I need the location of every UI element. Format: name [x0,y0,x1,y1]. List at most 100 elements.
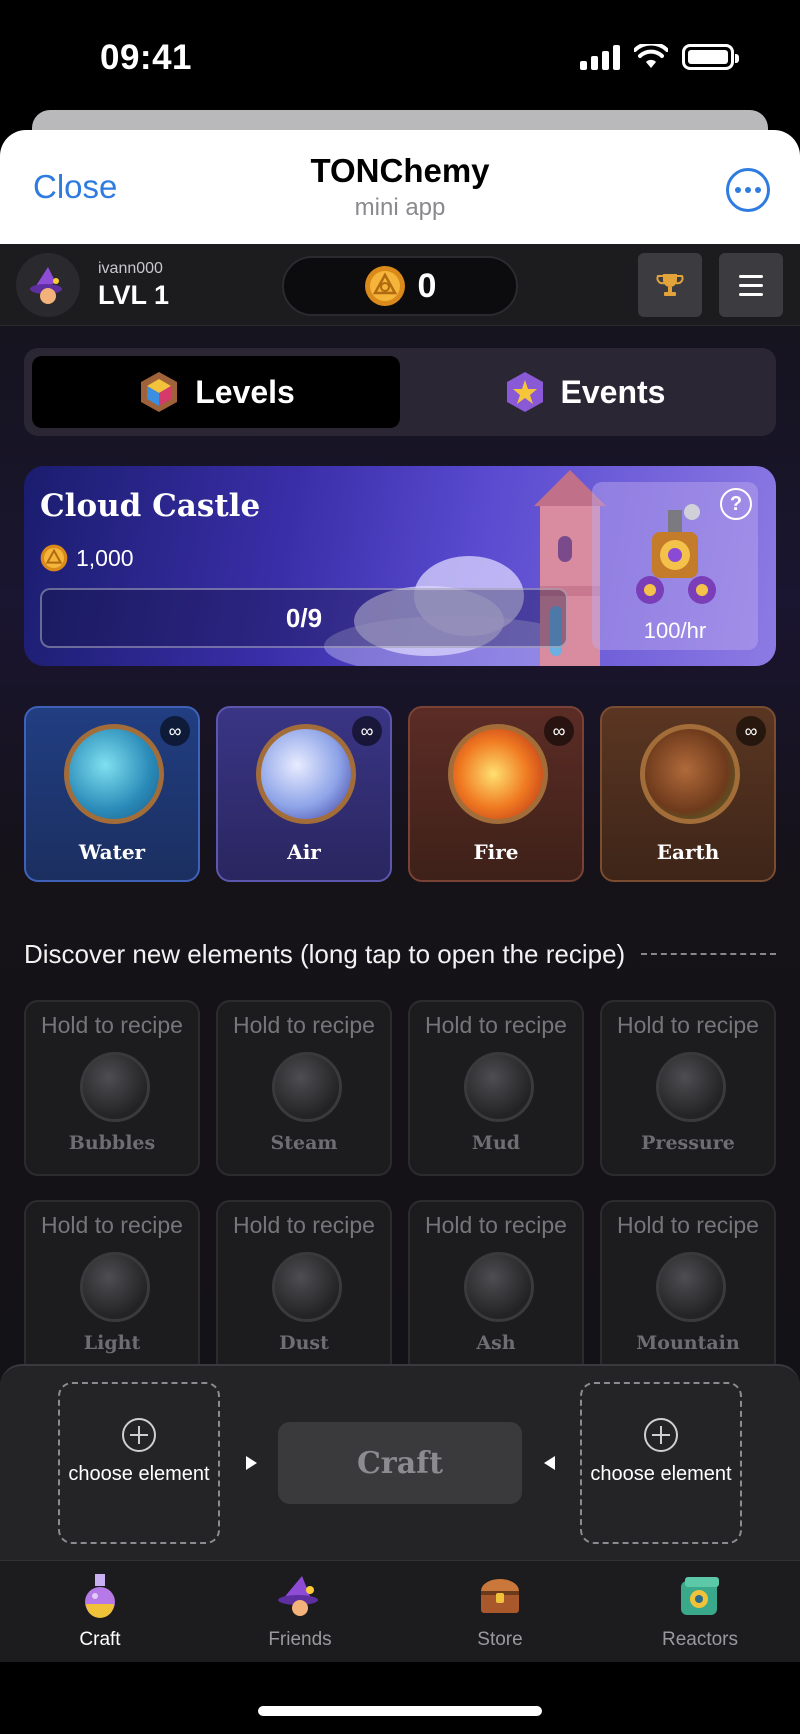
leaderboard-button[interactable] [638,253,702,317]
reactor-icon [675,1571,725,1621]
locked-element-card[interactable]: Hold to recipe Mountain [600,1200,776,1376]
pressure-icon [656,1052,726,1122]
tab-levels[interactable]: Levels [32,356,400,428]
nav-store[interactable]: Store [400,1561,600,1662]
hold-hint: Hold to recipe [41,1212,183,1238]
hold-hint: Hold to recipe [425,1212,567,1238]
reward-amount: 1,000 [76,544,134,571]
base-elements: ∞ Water ∞ Air ∞ Fire ∞ Earth [24,706,776,882]
locked-element-card[interactable]: Hold to recipe Bubbles [24,1000,200,1176]
locked-element-card[interactable]: Hold to recipe Pressure [600,1000,776,1176]
infinity-badge: ∞ [736,716,766,746]
nav-label: Reactors [661,1629,739,1650]
reactor-preview[interactable]: ? 100/hr [592,482,758,650]
element-name: Dust [279,1332,329,1354]
hold-hint: Hold to recipe [425,1012,567,1038]
help-button[interactable]: ? [720,488,752,520]
battery-icon [682,44,739,70]
app-body: ivann000 LVL 1 0 Levels Events Cloud Cas… [0,244,800,1662]
dust-icon [272,1252,342,1322]
locked-element-card[interactable]: Hold to recipe Steam [216,1000,392,1176]
tab-events-label: Events [560,373,666,410]
status-icons [580,44,739,70]
element-name: Steam [270,1132,338,1154]
craft-slot-left[interactable]: choose element [58,1382,220,1544]
discover-heading: Discover new elements (long tap to open … [24,934,776,974]
infinity-badge: ∞ [352,716,382,746]
infinity-badge: ∞ [544,716,574,746]
element-name: Mud [471,1132,521,1154]
element-name: Light [83,1332,141,1354]
locked-element-card[interactable]: Hold to recipe Light [24,1200,200,1376]
more-options-button[interactable] [726,168,770,212]
plus-circle-icon [644,1418,678,1452]
dashed-divider [641,953,776,955]
hold-hint: Hold to recipe [617,1212,759,1238]
locked-element-card[interactable]: Hold to recipe Ash [408,1200,584,1376]
status-bar: 09:41 [0,0,800,110]
slot-label: choose element [68,1463,210,1485]
bottom-nav: Craft Friends Store Reactors [0,1560,800,1662]
element-name: Bubbles [68,1132,156,1154]
mode-tabs: Levels Events [24,348,776,436]
element-name: Ash [476,1332,516,1354]
home-indicator[interactable] [258,1706,542,1716]
user-level: LVL 1 [98,280,170,310]
nav-craft[interactable]: Craft [0,1561,200,1662]
craft-button[interactable]: Craft [278,1422,522,1504]
mud-icon [464,1052,534,1122]
wifi-icon [634,44,668,68]
coin-icon [364,266,405,306]
infinity-badge: ∞ [160,716,190,746]
username: ivann000 [98,260,163,277]
hold-hint: Hold to recipe [617,1012,759,1038]
app-subtitle: mini app [354,194,446,221]
dot-icon [735,187,741,193]
level-title: Cloud Castle [40,488,261,524]
coin-icon [40,544,68,572]
element-name: Air [287,840,321,864]
coin-balance: 0 [282,256,518,316]
water-icon [64,724,164,824]
app-title: TONChemy [310,152,490,189]
locked-element-card[interactable]: Hold to recipe Mud [408,1000,584,1176]
reactor-rate: 100/hr [643,618,707,643]
craft-panel: choose element Craft choose element [0,1364,800,1560]
nav-label: Store [477,1629,523,1650]
earth-icon [640,724,740,824]
element-name: Fire [473,840,519,864]
level-reward: 1,000 [40,544,134,572]
chest-icon [475,1571,525,1621]
menu-button[interactable] [719,253,783,317]
nav-friends[interactable]: Friends [200,1561,400,1662]
air-icon [256,724,356,824]
level-progress: 0/9 [40,588,568,648]
locked-element-card[interactable]: Hold to recipe Dust [216,1200,392,1376]
bubbles-icon [80,1052,150,1122]
levels-gem-icon [141,372,178,412]
element-name: Earth [656,840,720,864]
miniapp-header: Close TONChemy mini app [0,130,800,244]
locked-elements: Hold to recipe Bubbles Hold to recipe St… [24,1000,776,1376]
avatar[interactable] [16,253,80,317]
element-name: Mountain [636,1332,740,1354]
discover-text: Discover new elements (long tap to open … [24,938,626,969]
arrow-right-icon [246,1456,257,1470]
level-banner[interactable]: Cloud Castle 1,000 0/9 ? 100/hr [24,466,776,666]
element-card-air[interactable]: ∞ Air [216,706,392,882]
coin-amount: 0 [417,266,437,305]
slot-label: choose element [590,1463,732,1485]
wizard-icon [275,1571,325,1621]
wizard-avatar-icon [30,267,62,304]
hold-hint: Hold to recipe [41,1012,183,1038]
element-card-earth[interactable]: ∞ Earth [600,706,776,882]
craft-slot-right[interactable]: choose element [580,1382,742,1544]
steam-icon [272,1052,342,1122]
tab-events[interactable]: Events [400,356,768,428]
events-star-icon [506,372,543,412]
element-card-fire[interactable]: ∞ Fire [408,706,584,882]
nav-reactors[interactable]: Reactors [600,1561,800,1662]
progress-text: 0/9 [285,602,323,633]
element-card-water[interactable]: ∞ Water [24,706,200,882]
status-time: 09:41 [100,38,193,77]
